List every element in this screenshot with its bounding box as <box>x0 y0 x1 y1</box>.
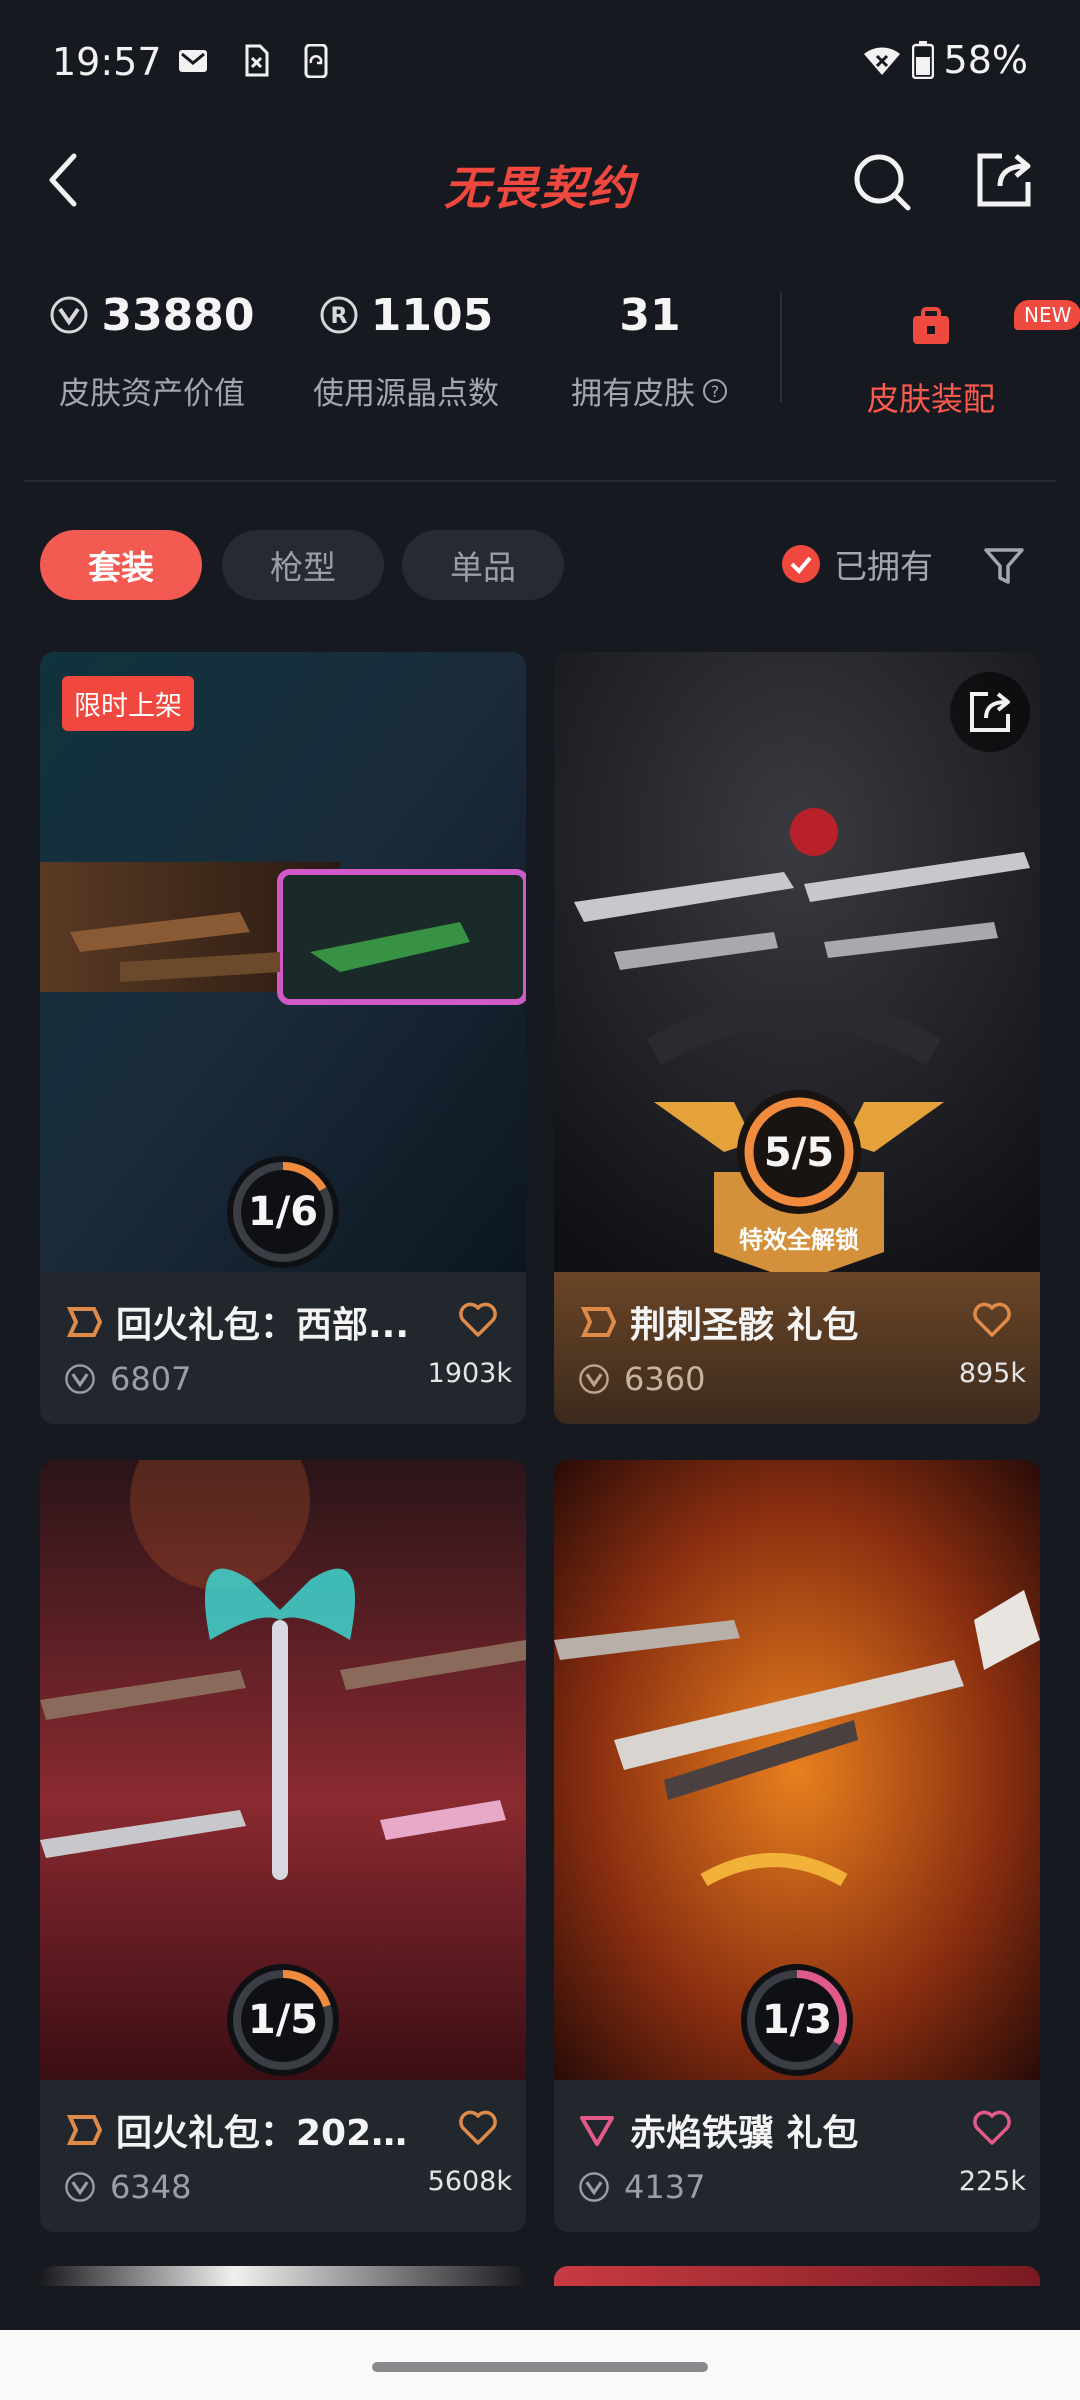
radianite-icon: R <box>320 296 358 334</box>
home-gesture-handle[interactable] <box>372 2362 708 2372</box>
status-bar: 19:57 58% <box>0 0 1080 120</box>
stat-owned-skins[interactable]: 31 拥有皮肤 ? <box>540 280 760 413</box>
skin-loadout-button[interactable]: NEW 皮肤装配 <box>826 280 1080 420</box>
tier-icon <box>66 2115 102 2145</box>
bundle-info: 赤焰铁骥 礼包 4137 225k <box>554 2080 1040 2232</box>
favorite-icon[interactable] <box>972 1302 1012 1338</box>
progress-text: 1/6 <box>247 1189 319 1235</box>
bundle-image: 5/5 特效全解锁 <box>554 652 1040 1272</box>
tab-single-item[interactable]: 单品 <box>402 530 564 600</box>
valorant-points-icon <box>579 1364 609 1394</box>
sim-off-icon <box>245 44 269 77</box>
like-count: 225k <box>958 2166 1026 2197</box>
share-icon[interactable] <box>950 672 1030 752</box>
bundle-image: 限时上架 1/6 <box>40 652 526 1272</box>
filter-row: 套装 枪型 单品 已拥有 <box>0 530 1080 604</box>
owned-label: 已拥有 <box>834 547 933 586</box>
divider <box>24 480 1056 482</box>
favorite-icon[interactable] <box>458 1302 498 1338</box>
status-time: 19:57 <box>52 40 162 84</box>
like-count: 895k <box>958 1358 1026 1389</box>
unlock-badge: 5/5 特效全解锁 <box>654 1090 944 1272</box>
owned-toggle[interactable]: 已拥有 <box>782 540 933 588</box>
stat-asset-value: 33880 皮肤资产价值 <box>42 280 262 413</box>
stat-value: 1105 <box>370 289 494 341</box>
status-right: 58% <box>862 38 1028 82</box>
bundle-card-peek[interactable] <box>554 2266 1040 2286</box>
new-badge: NEW <box>1014 300 1080 330</box>
progress-text: 1/5 <box>247 1997 319 2043</box>
stats-divider <box>780 292 782 402</box>
share-icon[interactable] <box>972 148 1036 212</box>
bundle-price: 4137 <box>624 2168 706 2206</box>
bundle-price: 6807 <box>110 1360 192 1398</box>
bundle-price: 6348 <box>110 2168 192 2206</box>
valorant-points-icon <box>50 296 88 334</box>
bundle-title: 荆刺圣骸 礼包 <box>630 1305 859 1346</box>
svg-text:?: ? <box>711 382 720 401</box>
stat-label: 拥有皮肤 <box>571 376 695 412</box>
valorant-points-icon <box>579 2172 609 2202</box>
app-title: 无畏契约 <box>444 161 636 215</box>
stat-value: 33880 <box>101 289 255 341</box>
like-count: 5608k <box>427 2166 512 2197</box>
bundle-card[interactable]: 限时上架 1/6 回火礼包：西部... 6807 1903k <box>40 652 526 1424</box>
valorant-points-icon <box>65 2172 95 2202</box>
bundle-card[interactable]: 5/5 特效全解锁 荆刺圣骸 礼包 6360 895k <box>554 652 1040 1424</box>
progress-text: 1/3 <box>761 1997 833 2043</box>
stat-label: 使用源晶点数 <box>313 376 499 412</box>
svg-text:R: R <box>330 304 347 329</box>
bundle-image: 1/3 <box>554 1460 1040 2080</box>
bundle-title: 回火礼包：西部... <box>116 1305 410 1346</box>
stats-row: 33880 皮肤资产价值 R 1105 使用源晶点数 31 拥有皮肤 ? NEW… <box>0 280 1080 450</box>
battery-percent: 58% <box>943 38 1028 82</box>
phone-sync-icon <box>304 44 328 78</box>
system-nav-bar <box>0 2330 1080 2400</box>
search-icon[interactable] <box>850 150 914 214</box>
bundle-title: 赤焰铁骥 礼包 <box>630 2113 859 2154</box>
bundle-image: 1/5 <box>40 1460 526 2080</box>
stat-value: 31 <box>619 289 681 341</box>
battery-icon <box>911 41 934 79</box>
bundle-info: 荆刺圣骸 礼包 6360 895k <box>554 1272 1040 1424</box>
unlock-text: 特效全解锁 <box>739 1226 859 1254</box>
tab-bundle[interactable]: 套装 <box>40 530 202 600</box>
progress-ring: 1/6 <box>223 1152 343 1272</box>
tier-icon <box>66 1307 102 1337</box>
progress-ring: 1/5 <box>223 1960 343 2080</box>
tier-icon <box>580 1307 616 1337</box>
wifi-icon <box>863 47 900 75</box>
app-header: 无畏契约 <box>0 130 1080 230</box>
limited-tag: 限时上架 <box>62 676 194 731</box>
bundle-info: 回火礼包：西部... 6807 1903k <box>40 1272 526 1424</box>
stat-radianite: R 1105 使用源晶点数 <box>296 280 516 413</box>
bundle-card-peek[interactable] <box>40 2266 526 2286</box>
bundle-price: 6360 <box>624 1360 706 1398</box>
check-icon <box>782 545 820 583</box>
loadout-icon <box>913 307 949 344</box>
bundle-card[interactable]: 1/3 赤焰铁骥 礼包 4137 225k <box>554 1460 1040 2232</box>
favorite-icon[interactable] <box>458 2110 498 2146</box>
skin-loadout-label: 皮肤装配 <box>866 380 995 418</box>
bundle-info: 回火礼包：2026... 6348 5608k <box>40 2080 526 2232</box>
stat-label: 皮肤资产价值 <box>59 376 245 412</box>
bundle-card[interactable]: 1/5 回火礼包：2026... 6348 5608k <box>40 1460 526 2232</box>
valorant-points-icon <box>65 1364 95 1394</box>
screen: 19:57 58% 无畏契约 33880 皮肤资产价值 R 1105 使用源晶点… <box>0 0 1080 2400</box>
filter-icon[interactable] <box>982 544 1026 588</box>
progress-text: 5/5 <box>764 1130 834 1176</box>
bundle-title: 回火礼包：2026... <box>116 2113 416 2154</box>
gmail-icon <box>179 50 207 72</box>
progress-ring: 1/3 <box>737 1960 857 2080</box>
tier-icon <box>580 2116 614 2146</box>
like-count: 1903k <box>427 1358 512 1389</box>
favorite-icon[interactable] <box>972 2110 1012 2146</box>
tab-weapon-type[interactable]: 枪型 <box>222 530 384 600</box>
help-icon[interactable]: ? <box>701 377 729 405</box>
